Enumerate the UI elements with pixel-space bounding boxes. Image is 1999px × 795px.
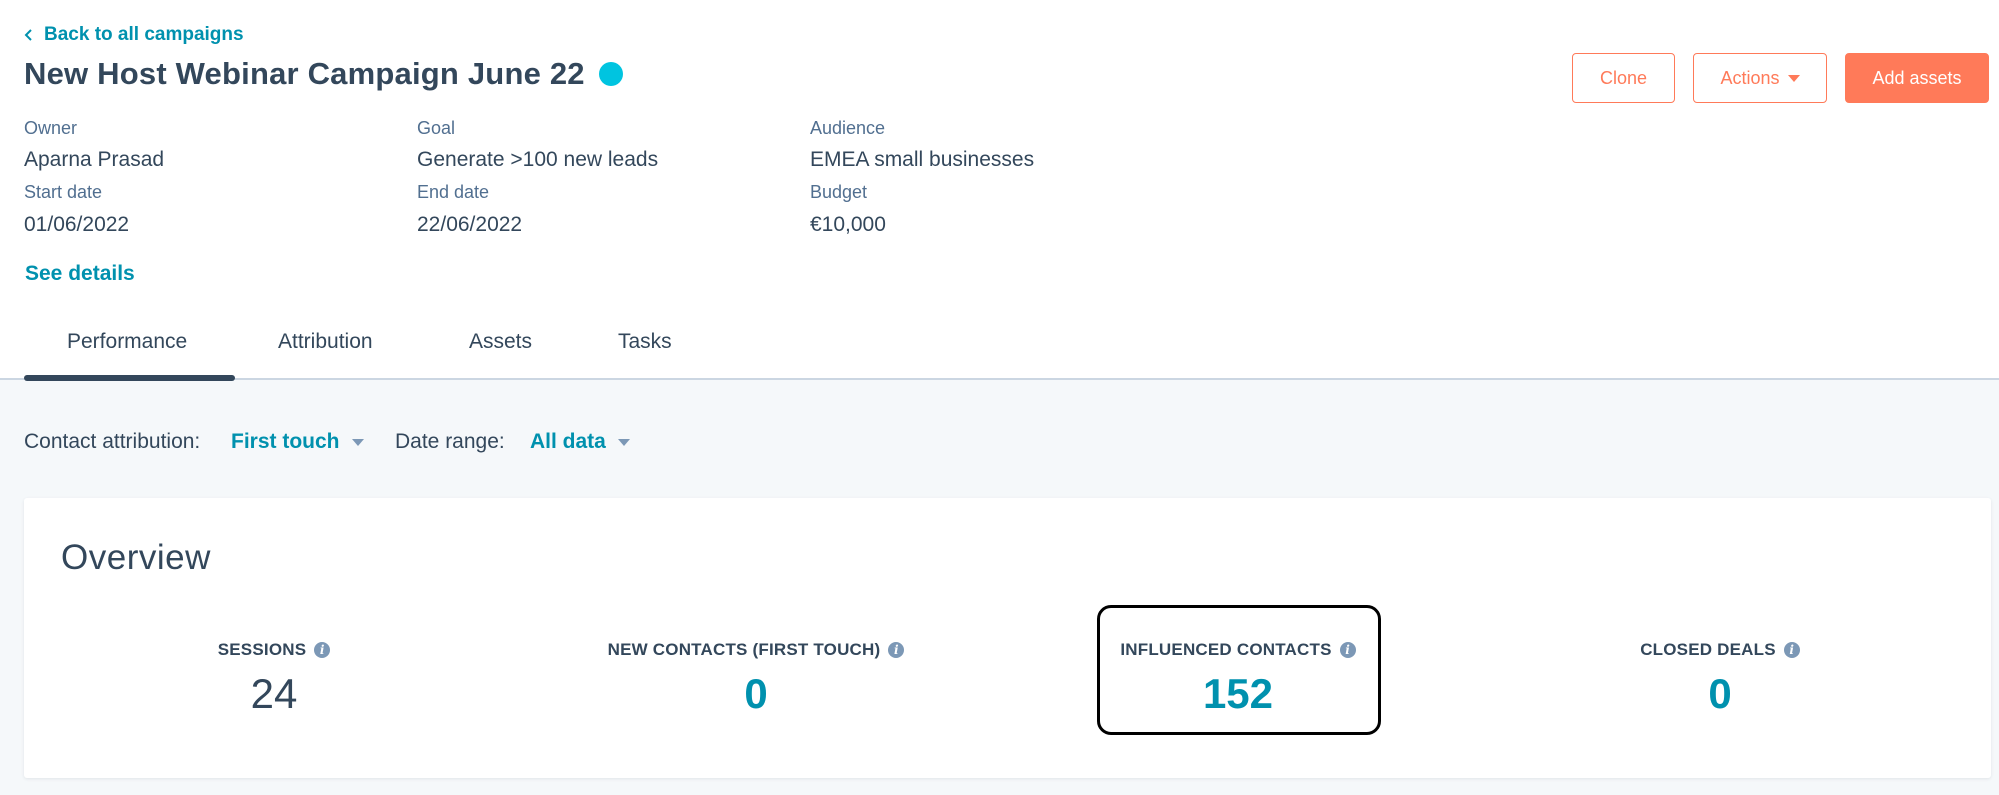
actions-button-label: Actions [1720,67,1780,88]
end-date-value: 22/06/2022 [417,213,523,236]
stat-closed-deals: CLOSED DEALS i 0 [1510,640,1930,718]
end-date-label: End date [417,182,490,202]
see-details-link[interactable]: See details [25,262,135,286]
start-date-label: Start date [24,182,103,202]
info-icon[interactable]: i [1783,642,1800,658]
audience-value: EMEA small businesses [810,148,1035,171]
new-contacts-value[interactable]: 0 [546,670,966,718]
goal-label: Goal [417,118,456,138]
influenced-contacts-value[interactable]: 152 [1028,670,1448,718]
actions-dropdown-button[interactable]: Actions [1693,53,1827,103]
overview-title: Overview [61,538,211,577]
stat-label: INFLUENCED CONTACTS i [1120,640,1356,660]
clone-button[interactable]: Clone [1572,53,1675,103]
tab-divider [0,378,1999,380]
owner-label: Owner [24,118,78,138]
date-range-dropdown[interactable]: All data [530,430,630,454]
add-assets-button[interactable]: Add assets [1845,53,1989,103]
goal-value: Generate >100 new leads [417,148,659,171]
budget-label: Budget [810,182,868,202]
sessions-label: SESSIONS [217,640,307,659]
title-row: New Host Webinar Campaign June 22 [24,56,623,92]
new-contacts-label: NEW CONTACTS (FIRST TOUCH) [607,640,881,659]
stat-label: SESSIONS i [218,640,331,660]
tab-attribution[interactable]: Attribution [278,330,373,354]
caret-down-icon [1787,74,1800,82]
caret-down-icon [351,438,364,446]
budget-value: €10,000 [810,213,886,236]
stat-new-contacts: NEW CONTACTS (FIRST TOUCH) i 0 [546,640,966,718]
back-link-label: Back to all campaigns [44,24,244,45]
stat-label: CLOSED DEALS i [1640,640,1800,660]
info-icon[interactable]: i [1339,642,1356,658]
tab-assets[interactable]: Assets [469,330,532,354]
sessions-value: 24 [250,670,298,717]
add-assets-button-label: Add assets [1872,67,1962,88]
tab-performance[interactable]: Performance [67,330,187,354]
date-range-value: All data [530,430,606,453]
audience-label: Audience [810,118,886,138]
back-to-campaigns-link[interactable]: Back to all campaigns [24,24,244,46]
owner-value: Aparna Prasad [24,148,165,171]
info-icon[interactable]: i [888,642,905,658]
stat-sessions: SESSIONS i 24 [64,640,484,718]
stat-label: NEW CONTACTS (FIRST TOUCH) i [608,640,905,660]
date-range-label: Date range: [395,430,505,453]
page-title: New Host Webinar Campaign June 22 [24,56,585,91]
start-date-value: 01/06/2022 [24,213,130,236]
campaign-status-dot [598,62,623,86]
tab-tasks[interactable]: Tasks [618,330,672,354]
contact-attribution-dropdown[interactable]: First touch [231,430,364,454]
clone-button-label: Clone [1599,67,1648,88]
overview-card [24,498,1991,778]
influenced-contacts-label: INFLUENCED CONTACTS [1120,640,1332,659]
stat-influenced-contacts: INFLUENCED CONTACTS i 152 [1028,640,1448,718]
caret-down-icon [617,438,630,446]
closed-deals-label: CLOSED DEALS [1640,640,1776,659]
contact-attribution-value: First touch [231,430,340,453]
info-icon[interactable]: i [314,642,331,658]
active-tab-indicator [24,375,235,381]
closed-deals-value[interactable]: 0 [1510,670,1930,718]
contact-attribution-label: Contact attribution: [24,430,201,453]
chevron-left-icon [24,29,32,41]
